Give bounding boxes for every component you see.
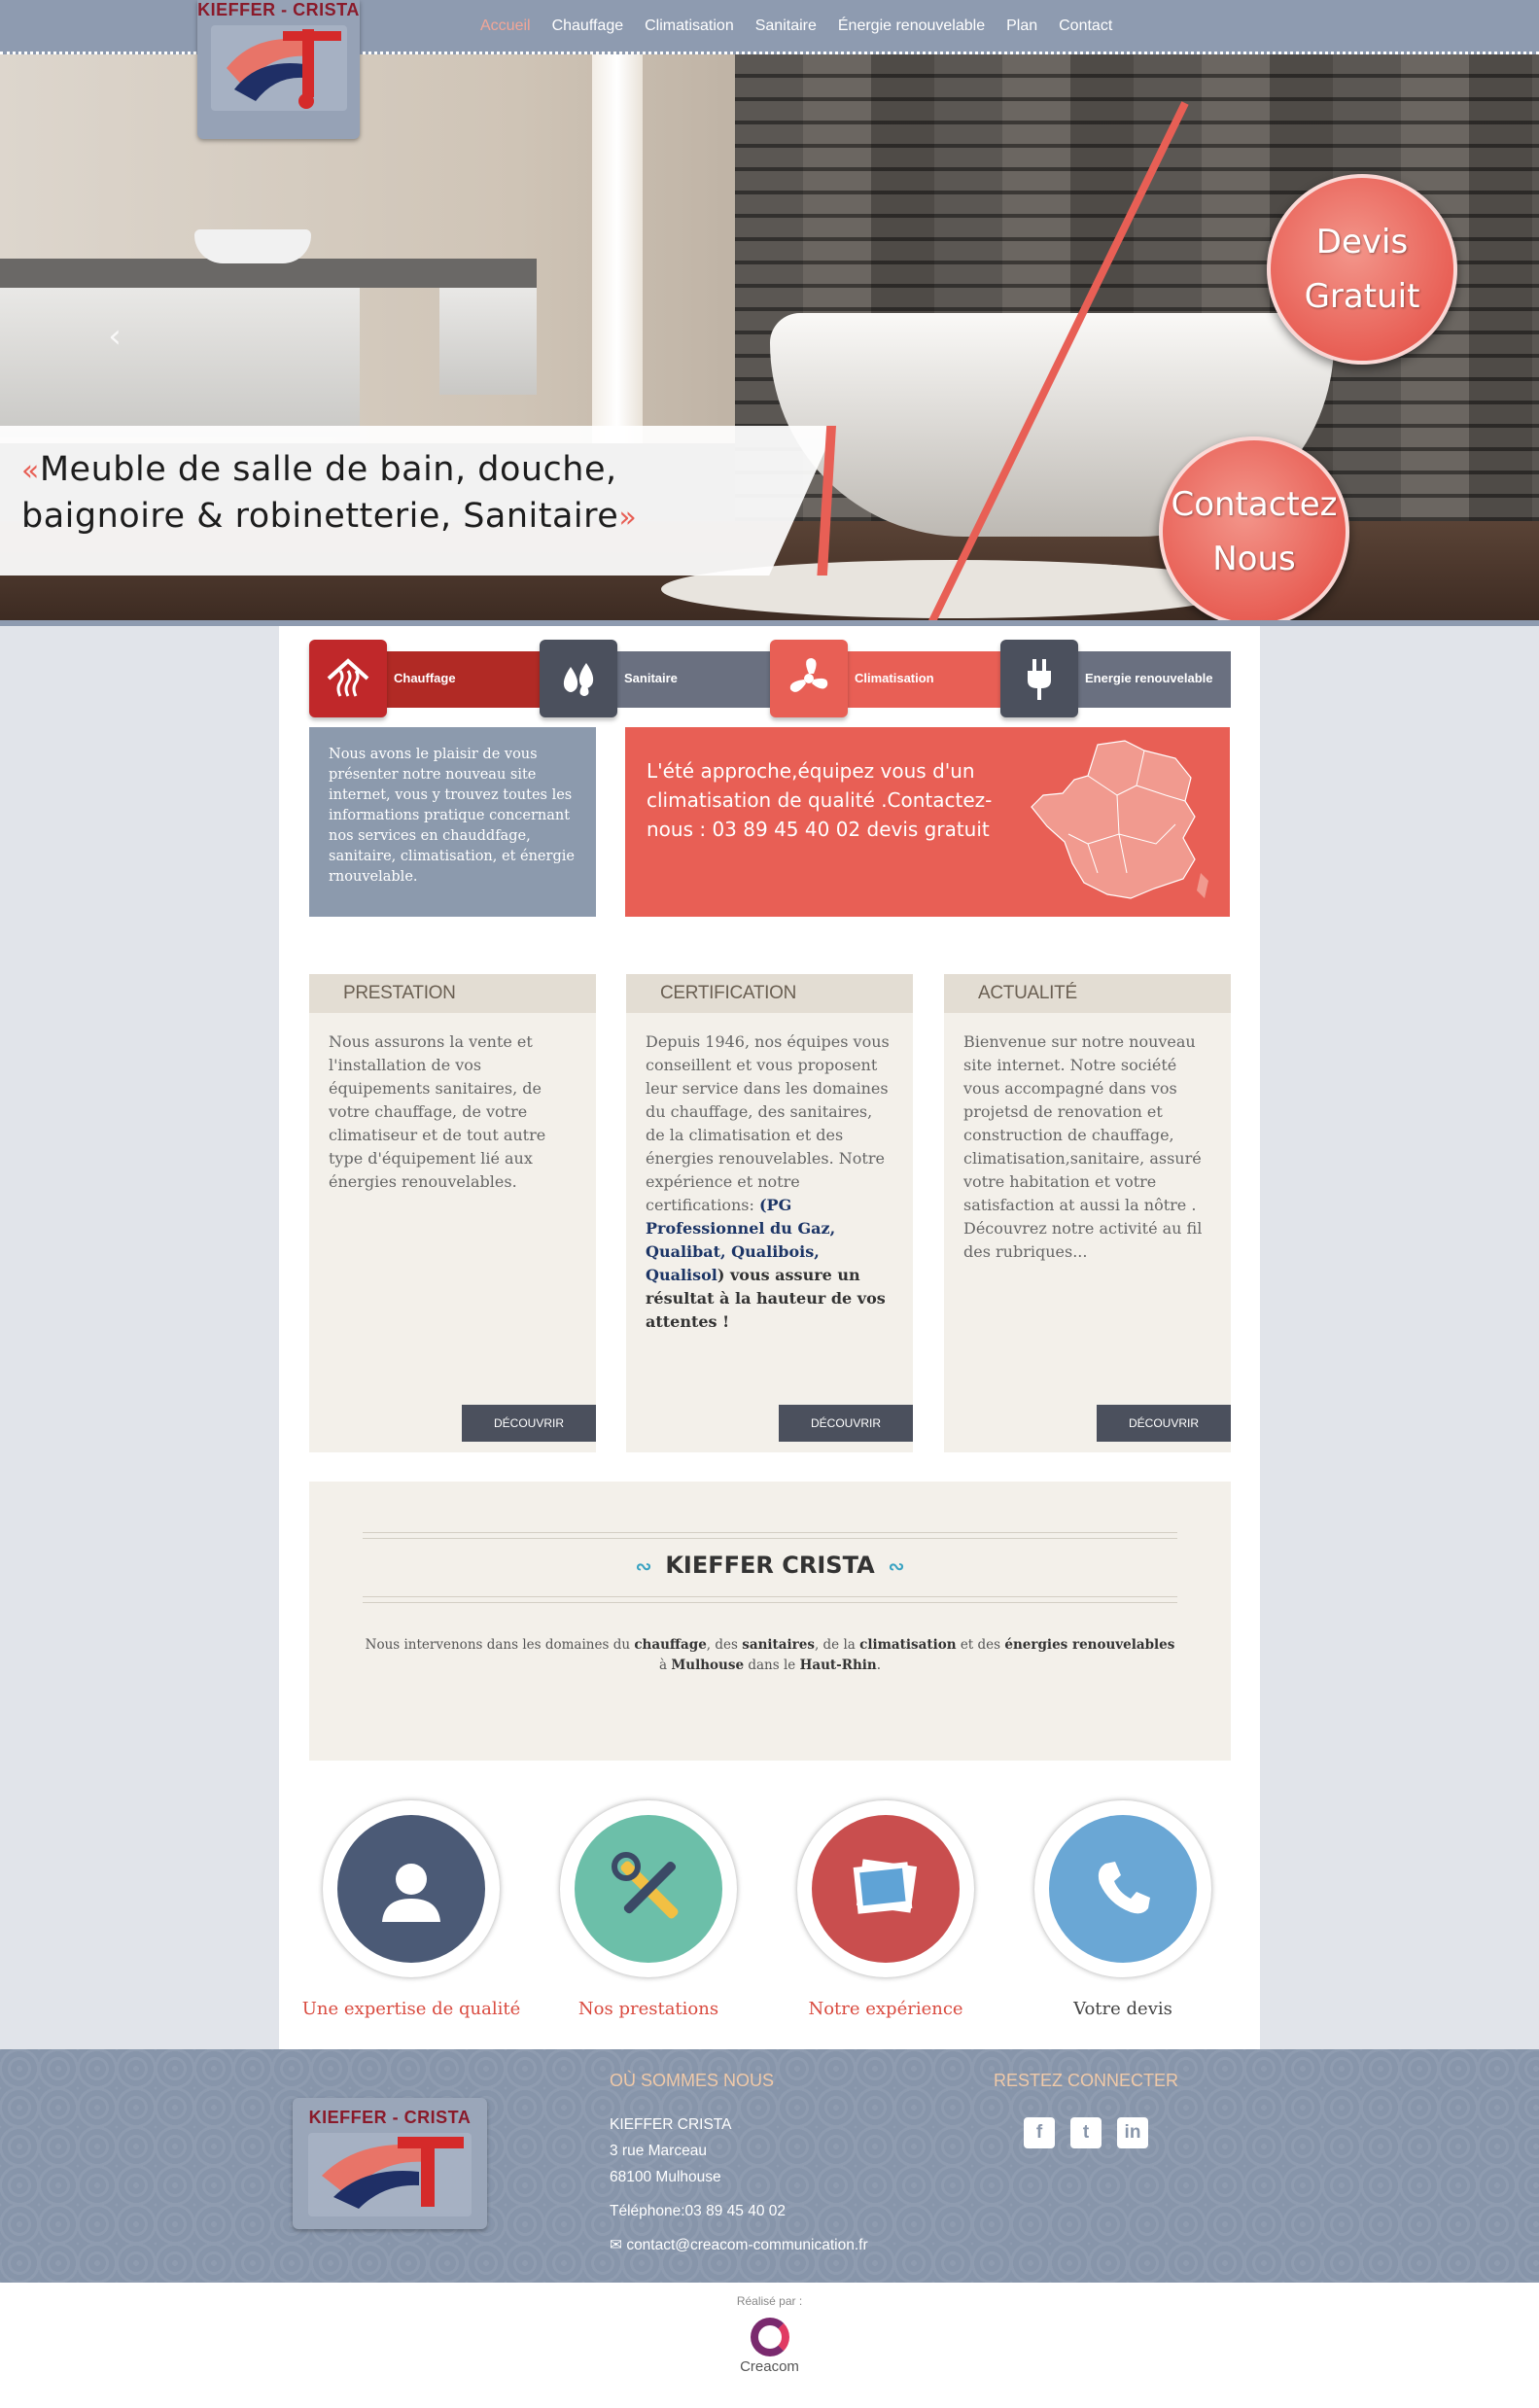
info-columns: PRESTATION Nous assurons la vente et l'i… bbox=[309, 974, 1231, 1452]
social-title: RESTEZ CONNECTER bbox=[994, 2071, 1179, 2090]
promo-text: L'été approche,équipez vous d'un climati… bbox=[647, 759, 993, 841]
nav-sanitaire[interactable]: Sanitaire bbox=[755, 17, 817, 35]
prestation-column: PRESTATION Nous assurons la vente et l'i… bbox=[309, 974, 596, 1452]
swirl-right-icon: ∾ bbox=[888, 1554, 905, 1578]
hero-caption-text: «Meuble de salle de bain, douche, baigno… bbox=[21, 450, 638, 536]
swirl-left-icon: ∾ bbox=[635, 1554, 652, 1578]
about-text: Nous intervenons dans les domaines du ch… bbox=[365, 1637, 1175, 1673]
drops-icon bbox=[540, 640, 617, 717]
footer-email[interactable]: ✉ contact@creacom-communication.fr bbox=[610, 2232, 868, 2258]
footer-logo[interactable]: KIEFFER - CRISTA bbox=[293, 2098, 487, 2229]
user-icon bbox=[337, 1815, 485, 1963]
nav-climatisation[interactable]: Climatisation bbox=[645, 17, 734, 35]
hero-caption: «Meuble de salle de bain, douche, baigno… bbox=[0, 426, 836, 576]
creacom-logo-icon[interactable] bbox=[750, 2318, 789, 2356]
main-content: Chauffage Sanitaire Climatisation Energi… bbox=[279, 626, 1260, 2049]
house-heat-icon bbox=[309, 640, 387, 717]
about-section: ∾ KIEFFER CRISTA ∾ Nous intervenons dans l… bbox=[309, 1482, 1231, 1761]
feature-experience[interactable]: Notre expérience bbox=[774, 1800, 997, 2019]
tools-icon bbox=[575, 1815, 722, 1963]
feature-expertise[interactable]: Une expertise de qualité bbox=[299, 1800, 523, 2019]
nav-plan[interactable]: Plan bbox=[1006, 17, 1037, 35]
envelope-icon: ✉ bbox=[610, 2237, 622, 2253]
linkedin-icon[interactable]: in bbox=[1117, 2117, 1148, 2148]
faucet-logo-icon bbox=[211, 25, 347, 111]
footer-phone: Téléphone:03 89 45 40 02 bbox=[610, 2203, 786, 2219]
actualite-text: Bienvenue sur notre nouveau site interne… bbox=[963, 1032, 1203, 1261]
nav-chauffage[interactable]: Chauffage bbox=[552, 17, 624, 35]
fan-icon bbox=[770, 640, 848, 717]
phone-icon bbox=[1049, 1815, 1197, 1963]
twitter-icon[interactable]: t bbox=[1070, 2117, 1102, 2148]
feature-links: Une expertise de qualité Nos prestations… bbox=[299, 1800, 1241, 2019]
prestation-text: Nous assurons la vente et l'installation… bbox=[329, 1032, 546, 1191]
service-tabs: Chauffage Sanitaire Climatisation Energi… bbox=[309, 640, 1231, 719]
hero-slider: ‹ › «Meuble de salle de bain, douche, ba… bbox=[0, 54, 1539, 620]
plug-icon bbox=[1000, 640, 1078, 717]
tab-chauffage[interactable]: Chauffage bbox=[309, 640, 540, 717]
certification-column: CERTIFICATION Depuis 1946, nos équipes v… bbox=[626, 974, 913, 1452]
prestation-decouvrir-button[interactable]: DÉCOUVRIR bbox=[462, 1405, 596, 1442]
certification-decouvrir-button[interactable]: DÉCOUVRIR bbox=[779, 1405, 913, 1442]
site-logo[interactable]: KIEFFER - CRISTA bbox=[197, 0, 360, 139]
credit-label: Réalisé par : bbox=[736, 2294, 803, 2308]
main-nav: Accueil Chauffage Climatisation Sanitair… bbox=[480, 17, 1112, 35]
devis-gratuit-button[interactable]: Devis Gratuit bbox=[1267, 174, 1457, 365]
actualite-decouvrir-button[interactable]: DÉCOUVRIR bbox=[1097, 1405, 1231, 1442]
actualite-column: ACTUALITÉ Bienvenue sur notre nouveau si… bbox=[944, 974, 1231, 1452]
footer: KIEFFER - CRISTA OÙ SOMMES NOUS KIEFFER … bbox=[0, 2049, 1539, 2283]
facebook-icon[interactable]: f bbox=[1024, 2117, 1055, 2148]
contactez-nous-button[interactable]: Contactez Nous bbox=[1159, 436, 1349, 620]
tab-energie-renouvelable[interactable]: Energie renouvelable bbox=[1000, 640, 1231, 717]
about-title: ∾ KIEFFER CRISTA ∾ bbox=[635, 1552, 905, 1579]
promo-banner[interactable]: L'été approche,équipez vous d'un climati… bbox=[625, 727, 1230, 917]
chevron-left-icon[interactable]: ‹ bbox=[100, 320, 129, 353]
france-map-icon bbox=[1031, 740, 1208, 899]
actualite-title: ACTUALITÉ bbox=[944, 974, 1231, 1013]
where-title: OÙ SOMMES NOUS bbox=[610, 2071, 775, 2090]
tab-climatisation[interactable]: Climatisation bbox=[770, 640, 1000, 717]
social-links: f t in bbox=[1024, 2117, 1148, 2148]
tab-sanitaire[interactable]: Sanitaire bbox=[540, 640, 770, 717]
nav-contact[interactable]: Contact bbox=[1059, 17, 1112, 35]
nav-accueil[interactable]: Accueil bbox=[480, 17, 531, 35]
prestation-title: PRESTATION bbox=[309, 974, 596, 1013]
feature-prestations[interactable]: Nos prestations bbox=[537, 1800, 760, 2019]
photos-icon bbox=[812, 1815, 960, 1963]
intro-text: Nous avons le plaisir de vous présenter … bbox=[309, 727, 596, 917]
certification-text: Depuis 1946, nos équipes vous conseillen… bbox=[646, 1032, 890, 1331]
nav-energie-renouvelable[interactable]: Énergie renouvelable bbox=[838, 17, 985, 35]
footer-address: KIEFFER CRISTA 3 rue Marceau 68100 Mulho… bbox=[610, 2111, 868, 2258]
credit-bar: Réalisé par : Creacom bbox=[0, 2283, 1539, 2408]
credit-name: Creacom bbox=[740, 2358, 799, 2375]
feature-devis[interactable]: Votre devis bbox=[1011, 1800, 1235, 2019]
sink-image bbox=[194, 229, 311, 263]
certification-title: CERTIFICATION bbox=[626, 974, 913, 1013]
